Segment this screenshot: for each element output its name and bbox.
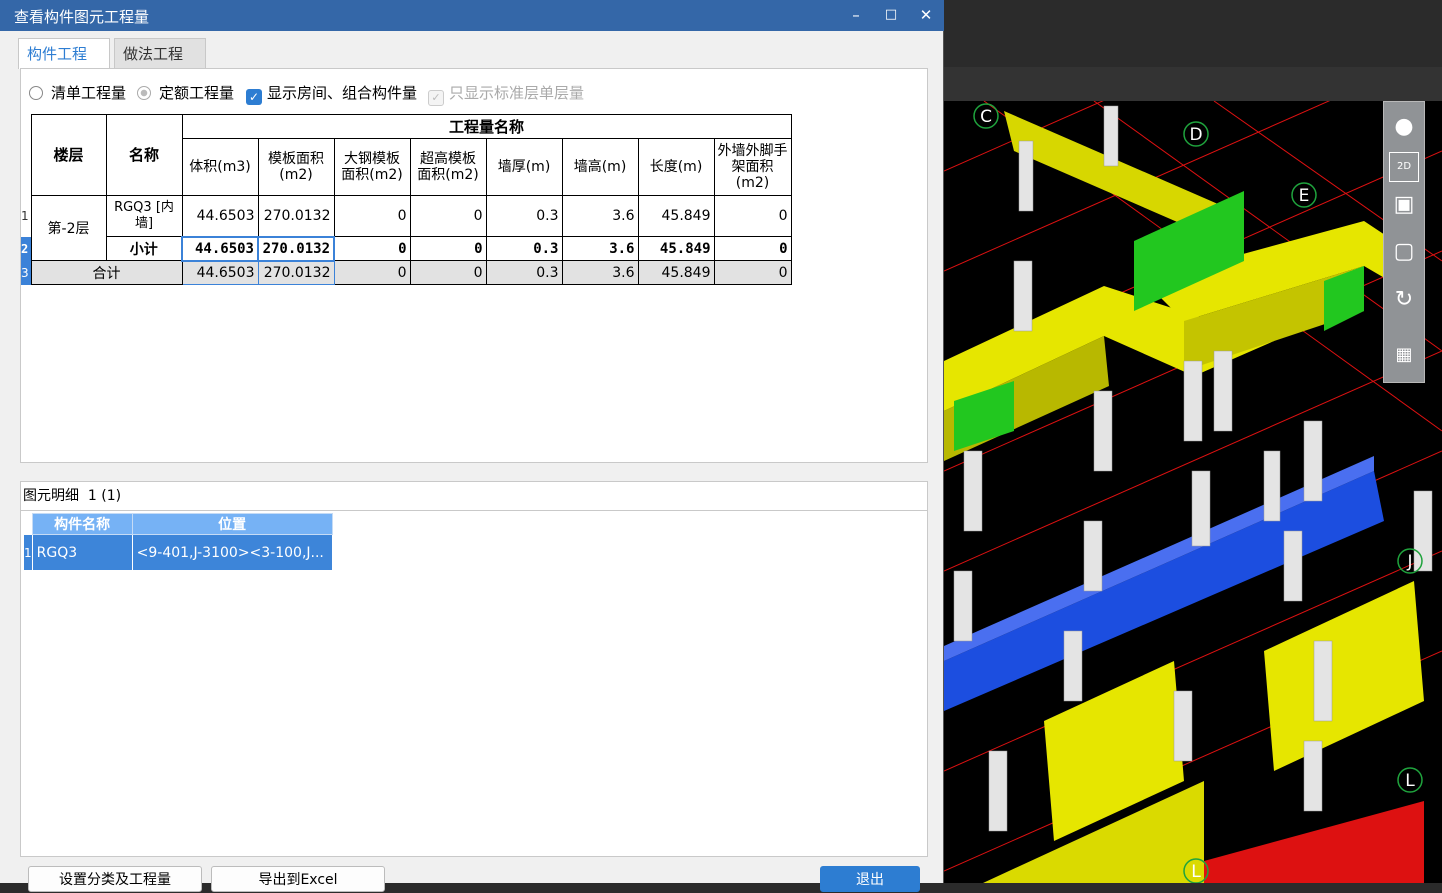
group-header: 工程量名称 [181,114,792,139]
value-cell[interactable]: 3.6 [561,236,639,261]
axis-label: D [1189,125,1202,145]
radio-list-quantity[interactable]: 清单工程量 [29,83,126,103]
col-header[interactable]: 模板面积(m2) [257,138,335,196]
value-cell[interactable]: 44.6503 [181,195,259,237]
value-cell[interactable]: 3.6 [561,260,639,285]
value-cell[interactable]: 0 [333,195,411,237]
quantity-dialog: 查看构件图元工程量 – □ ✕ 构件工程量 做法工程量 清单工程量 定额工程量 … [0,0,944,892]
quantity-table: 楼层 名称 工程量名称 体积(m3) 模板面积(m2) 大钢模板面积(m2) 超… [21,114,792,285]
detail-table: 构件名称 位置 1 RGQ3 <9-401,J-3100><3-100,J... [23,513,333,571]
value-cell[interactable]: 44.6503 [181,260,259,285]
row-number: 3 [21,260,32,285]
dialog-title: 查看构件图元工程量 [14,8,150,26]
exit-button[interactable]: 退出 [820,866,920,892]
3d-model-drawing[interactable]: C D E J L L [944,101,1442,883]
value-cell[interactable]: 270.0132 [257,235,335,262]
maximize-icon[interactable]: □ [879,4,903,26]
value-cell[interactable]: 270.0132 [257,195,335,237]
value-cell[interactable]: 0.3 [485,260,563,285]
detail-panel: 构件名称 位置 1 RGQ3 <9-401,J-3100><3-100,J... [20,510,928,857]
checkbox-std-layer: ✓ 只显示标准层单层量 [428,83,584,106]
quantity-panel: 清单工程量 定额工程量 ✓ 显示房间、组合构件量 ✓ 只显示标准层单层量 楼层 名称… [20,68,928,463]
total-label-cell[interactable]: 合计 [30,260,183,285]
checkbox-checked-icon: ✓ [246,89,262,105]
table-row[interactable]: 1 第-2层 RGQ3 [内墙] 44.6503 270.0132 0 0 0.… [21,195,792,261]
checkbox-show-rooms[interactable]: ✓ 显示房间、组合构件量 [246,83,417,105]
detail-row[interactable]: 1 RGQ3 <9-401,J-3100><3-100,J... [23,534,333,571]
2d-view-icon[interactable]: 2D [1389,152,1419,182]
view-toolbar: ● 2D ▣ ▢ ↻ ▦ [1383,101,1425,383]
3d-viewport[interactable]: C D E J L L [944,0,1442,883]
col-header[interactable]: 墙高(m) [561,138,639,196]
value-cell[interactable]: 0 [409,195,487,237]
col-position[interactable]: 位置 [131,513,333,535]
value-cell[interactable]: 44.6503 [181,235,259,262]
value-cell[interactable]: 0 [409,236,487,261]
dialog-titlebar: 查看构件图元工程量 – □ ✕ [0,0,944,31]
axis-label: C [980,107,992,127]
rotate-icon[interactable]: ↻ [1389,285,1419,315]
box-top-icon[interactable]: ▣ [1389,190,1419,220]
grid-settings-icon[interactable]: ▦ [1389,340,1419,370]
tab-component-quantity[interactable]: 构件工程量 [18,38,110,93]
axis-label: L [1405,771,1415,791]
col-component-name[interactable]: 构件名称 [31,513,133,535]
col-header[interactable]: 长度(m) [637,138,715,196]
tab-method-quantity[interactable]: 做法工程量 [114,38,206,93]
viewport-top-bar [944,67,1442,101]
value-cell[interactable]: 0 [333,236,411,261]
value-cell[interactable]: 0 [333,260,411,285]
row-number: 1 [21,195,32,237]
row-number: 2 [21,236,32,261]
viewport-top-area [944,0,1442,67]
col-header[interactable]: 超高模板面积(m2) [409,138,487,196]
position-cell[interactable]: <9-401,J-3100><3-100,J... [131,534,333,571]
col-header[interactable]: 外墙外脚手架面积(m2) [713,138,792,196]
axis-label: E [1299,186,1310,206]
box-iso-icon[interactable]: ▢ [1389,237,1419,267]
radio-checked-icon [137,86,151,100]
radio-quota-quantity[interactable]: 定额工程量 [137,83,234,103]
value-cell[interactable]: 0.3 [485,236,563,261]
name-cell[interactable]: 小计 [105,236,183,261]
table-row-subtotal[interactable]: 2 小计 44.6503 270.0132 0 0 0.3 3.6 45.849… [21,235,792,262]
value-cell[interactable]: 45.849 [637,195,715,237]
value-cell[interactable]: 45.849 [637,260,715,285]
value-cell[interactable]: 0 [713,236,792,261]
value-cell[interactable]: 270.0132 [257,260,335,285]
detail-count: 1 (1) [87,488,122,504]
radio-icon [29,86,43,100]
axis-label: J [1406,552,1412,572]
value-cell[interactable]: 3.6 [561,195,639,237]
export-excel-button[interactable]: 导出到Excel [211,866,385,892]
value-cell[interactable]: 0.3 [485,195,563,237]
value-cell[interactable]: 45.849 [637,236,715,261]
col-header[interactable]: 墙厚(m) [485,138,563,196]
col-name-header[interactable]: 名称 [105,114,183,196]
checkbox-disabled-icon: ✓ [428,90,444,106]
axis-label: L [1191,862,1201,882]
detail-header: 图元明细 1 (1) [20,481,928,511]
value-cell[interactable]: 0 [409,260,487,285]
component-name-cell[interactable]: RGQ3 [31,534,133,571]
classify-button[interactable]: 设置分类及工程量 [28,866,202,892]
row-number: 1 [23,534,33,571]
col-floor-header[interactable]: 楼层 [30,114,107,196]
table-row-total[interactable]: 3 合计 44.6503 270.0132 0 0 0.3 3.6 45.849… [21,260,792,285]
value-cell[interactable]: 0 [713,260,792,285]
globe-icon[interactable]: ● [1389,112,1419,142]
floor-cell[interactable]: 第-2层 [30,195,107,261]
minimize-icon[interactable]: – [844,4,868,26]
close-icon[interactable]: ✕ [914,4,938,26]
col-header[interactable]: 大钢模板面积(m2) [333,138,411,196]
col-header[interactable]: 体积(m3) [181,138,259,196]
value-cell[interactable]: 0 [713,195,792,237]
name-cell[interactable]: RGQ3 [内墙] [105,195,183,237]
